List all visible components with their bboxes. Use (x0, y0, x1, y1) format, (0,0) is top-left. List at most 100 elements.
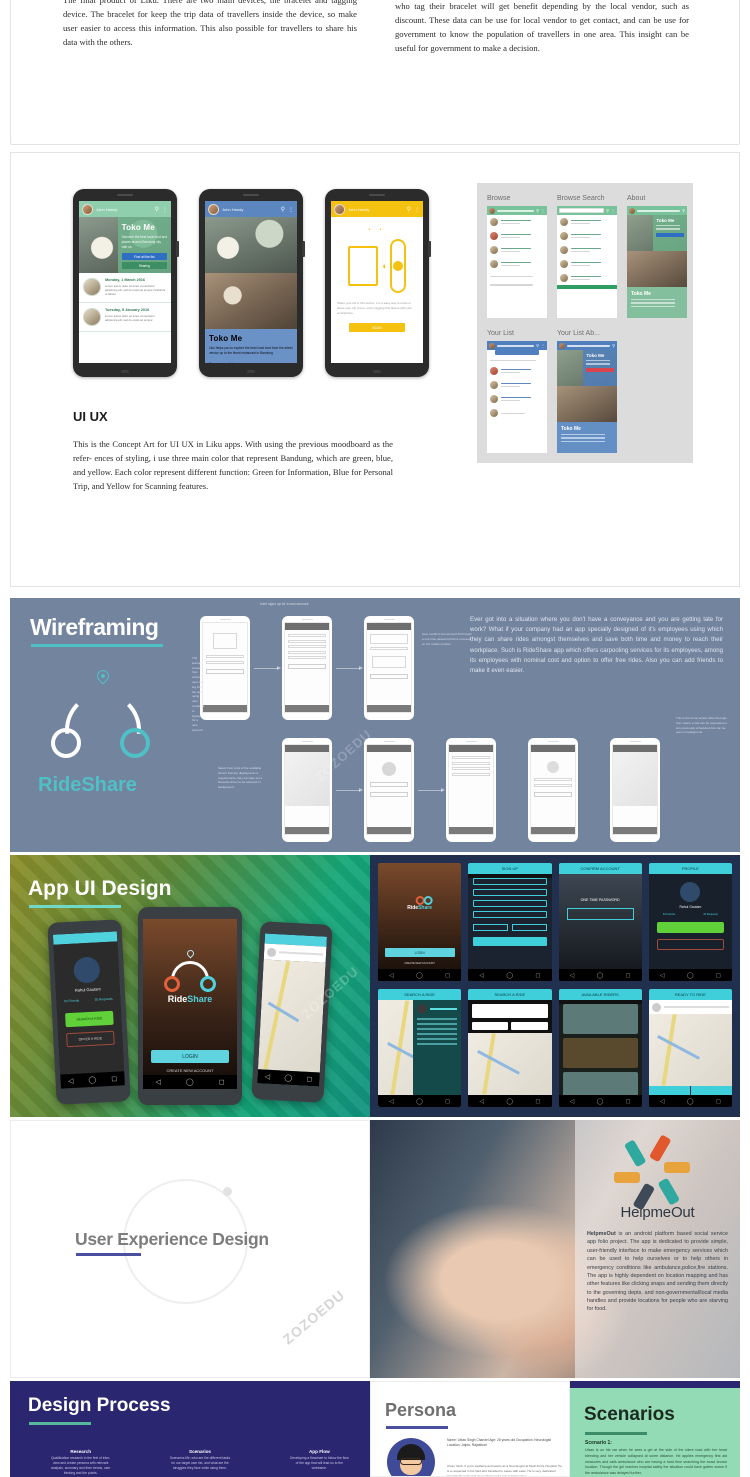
back-icon[interactable]: ◁ (68, 1077, 74, 1085)
otp-input[interactable] (566, 908, 634, 920)
list-item[interactable] (487, 392, 547, 406)
login-button[interactable] (206, 668, 244, 674)
time-field[interactable] (511, 1022, 548, 1030)
back-icon[interactable]: ◁ (265, 1073, 271, 1081)
login-button[interactable]: LOGIN (384, 948, 455, 957)
list-row[interactable] (452, 761, 490, 765)
list-item[interactable] (487, 215, 547, 229)
form-field[interactable] (473, 911, 547, 918)
map-area[interactable] (468, 1033, 552, 1095)
create-account-link[interactable]: CREATE NEW ACCOUNT (378, 962, 461, 965)
recents-icon[interactable]: ◻ (716, 972, 721, 979)
username-field[interactable] (206, 655, 244, 658)
share-link[interactable]: Share to your list (209, 362, 293, 363)
home-icon[interactable]: ◯ (284, 1074, 292, 1082)
map-area[interactable] (648, 1014, 732, 1086)
list-item[interactable] (557, 229, 617, 243)
offer-ride-button[interactable] (656, 939, 724, 950)
recents-icon[interactable]: ◻ (626, 1098, 631, 1105)
list-item[interactable]: Tuesday, 5 January 2016 Lorem ipsum dolo… (79, 303, 171, 332)
search-ride-button[interactable]: SEARCH A RIDE (65, 1010, 114, 1028)
rider-card[interactable] (562, 1004, 638, 1034)
home-icon[interactable]: ◯ (597, 972, 604, 979)
back-icon[interactable]: ◁ (479, 1098, 484, 1105)
login-button[interactable]: LOGIN (150, 1050, 230, 1063)
home-icon[interactable]: ◯ (416, 1098, 423, 1105)
confirm-button[interactable] (370, 673, 408, 679)
form-field[interactable] (288, 634, 326, 637)
home-icon[interactable]: ◯ (597, 1098, 604, 1105)
recents-icon[interactable]: ◻ (626, 972, 631, 979)
back-icon[interactable]: ◁ (570, 972, 575, 979)
search-icon[interactable]: ⚲ (407, 206, 411, 213)
form-field[interactable] (473, 878, 547, 885)
hero-share-button[interactable]: Sharing (121, 262, 167, 270)
map-area[interactable] (257, 959, 326, 1073)
back-icon[interactable]: ◁ (660, 1098, 665, 1105)
list-row[interactable] (452, 772, 490, 776)
overflow-menu-icon[interactable]: ⋮ (162, 206, 168, 213)
overflow-menu-icon[interactable]: ⋮ (288, 206, 294, 213)
list-item[interactable] (487, 280, 547, 289)
search-icon[interactable]: ⚲ (536, 343, 539, 348)
create-account-link[interactable]: CREATE NEW ACCOUNT (143, 1068, 237, 1073)
hero-cta-button[interactable] (656, 232, 684, 237)
action-button[interactable] (534, 791, 572, 797)
recents-icon[interactable]: ◻ (535, 1098, 540, 1105)
recents-icon[interactable]: ◻ (111, 1075, 117, 1083)
list-item[interactable] (487, 378, 547, 392)
gender-option[interactable] (511, 924, 547, 931)
list-item[interactable] (487, 229, 547, 243)
recents-icon[interactable]: ◻ (445, 972, 450, 979)
list-item[interactable] (487, 406, 547, 420)
scan-button[interactable]: SCAN (349, 323, 405, 333)
gender-option[interactable] (473, 924, 508, 931)
list-item[interactable]: Monday, 1 March 2016 Lorem ipsum dolor s… (79, 273, 171, 303)
list-item[interactable] (487, 243, 547, 257)
home-icon[interactable]: ◯ (687, 972, 694, 979)
form-field[interactable] (288, 656, 326, 659)
search-ride-button[interactable] (656, 922, 724, 933)
overflow-menu-icon[interactable]: ⋮ (414, 206, 420, 213)
map-area[interactable] (285, 752, 329, 806)
back-icon[interactable]: ◁ (660, 972, 665, 979)
hero-cta-button[interactable] (586, 367, 614, 372)
home-icon[interactable]: ◯ (506, 1098, 513, 1105)
home-icon[interactable]: ◯ (186, 1078, 194, 1086)
form-field[interactable] (288, 645, 326, 648)
signup-submit-button[interactable] (473, 937, 547, 946)
list-row[interactable] (452, 756, 490, 759)
hero-cta-button[interactable]: Find all the list (121, 253, 167, 261)
search-icon[interactable]: ⚲ (155, 206, 159, 213)
list-item[interactable] (557, 271, 617, 285)
recents-icon[interactable]: ◻ (219, 1078, 225, 1086)
nav-drawer[interactable] (412, 1000, 462, 1107)
search-icon[interactable]: ⚲ (281, 206, 285, 213)
overflow-menu-icon[interactable]: ⋮ (611, 208, 615, 213)
list-item[interactable] (487, 271, 547, 280)
home-icon[interactable]: ◯ (506, 972, 513, 979)
search-icon[interactable]: ⚲ (536, 208, 539, 213)
overflow-menu-icon[interactable]: ⋮ (541, 208, 545, 213)
list-row[interactable] (452, 767, 490, 770)
search-icon[interactable]: ⚲ (612, 343, 615, 348)
submit-button[interactable] (288, 664, 326, 669)
recents-icon[interactable]: ◻ (535, 972, 540, 979)
recents-icon[interactable]: ◻ (306, 1075, 312, 1083)
back-icon[interactable]: ◁ (570, 1098, 575, 1105)
home-icon[interactable]: ◯ (88, 1076, 96, 1084)
list-item[interactable] (557, 243, 617, 257)
back-icon[interactable]: ◁ (479, 972, 484, 979)
form-field[interactable] (473, 889, 547, 896)
password-field[interactable] (206, 660, 244, 664)
back-icon[interactable]: ◁ (389, 1098, 394, 1105)
form-field[interactable] (473, 900, 547, 907)
list-item[interactable] (487, 364, 547, 378)
recents-icon[interactable]: ◻ (716, 1098, 721, 1105)
search-input[interactable] (472, 1004, 548, 1018)
home-icon[interactable]: ◯ (687, 1098, 694, 1105)
map-area[interactable] (613, 752, 657, 806)
search-icon[interactable]: ⚲ (682, 208, 685, 213)
date-field[interactable] (472, 1022, 509, 1030)
overflow-menu-icon[interactable]: ⋮ (541, 343, 545, 348)
